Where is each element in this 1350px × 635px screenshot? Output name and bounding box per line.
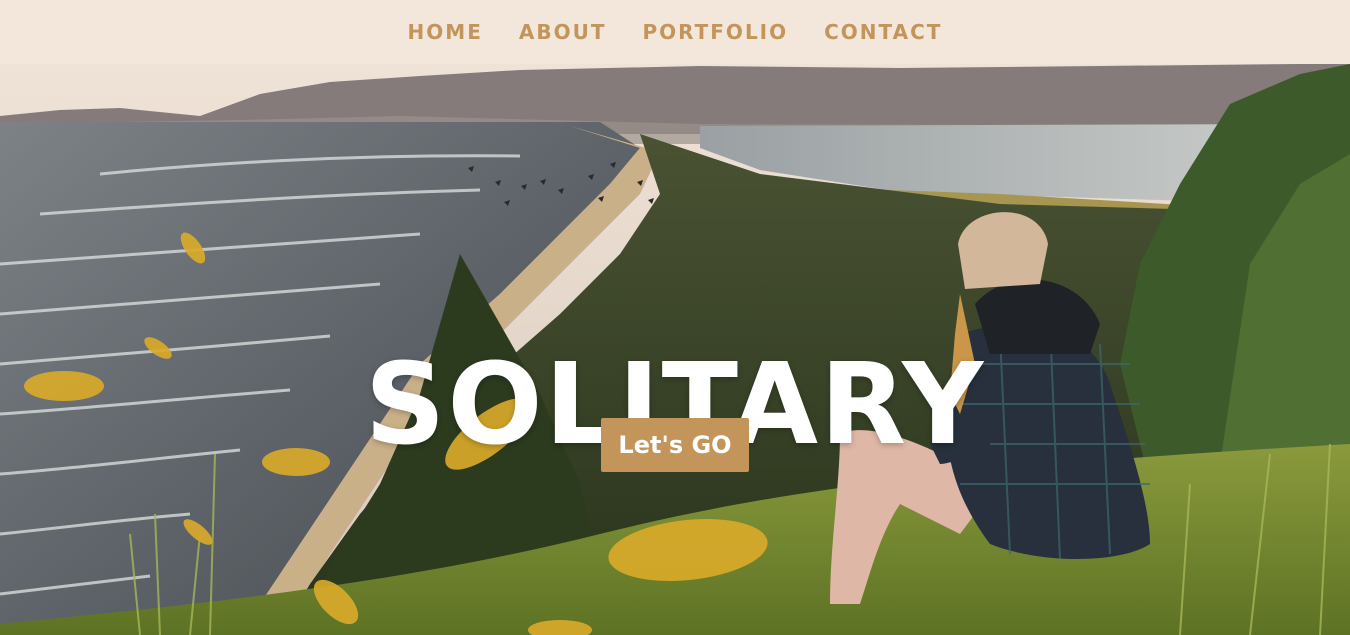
- nav-portfolio-link[interactable]: PORTFOLIO: [642, 20, 788, 44]
- nav-home-link[interactable]: HOME: [408, 20, 483, 44]
- nav-about-link[interactable]: ABOUT: [519, 20, 607, 44]
- main-nav: HOME ABOUT PORTFOLIO CONTACT: [0, 0, 1350, 64]
- lets-go-button[interactable]: Let's GO: [601, 418, 749, 472]
- nav-contact-link[interactable]: CONTACT: [824, 20, 942, 44]
- hero-section: SOLITARY Let's GO: [0, 64, 1350, 635]
